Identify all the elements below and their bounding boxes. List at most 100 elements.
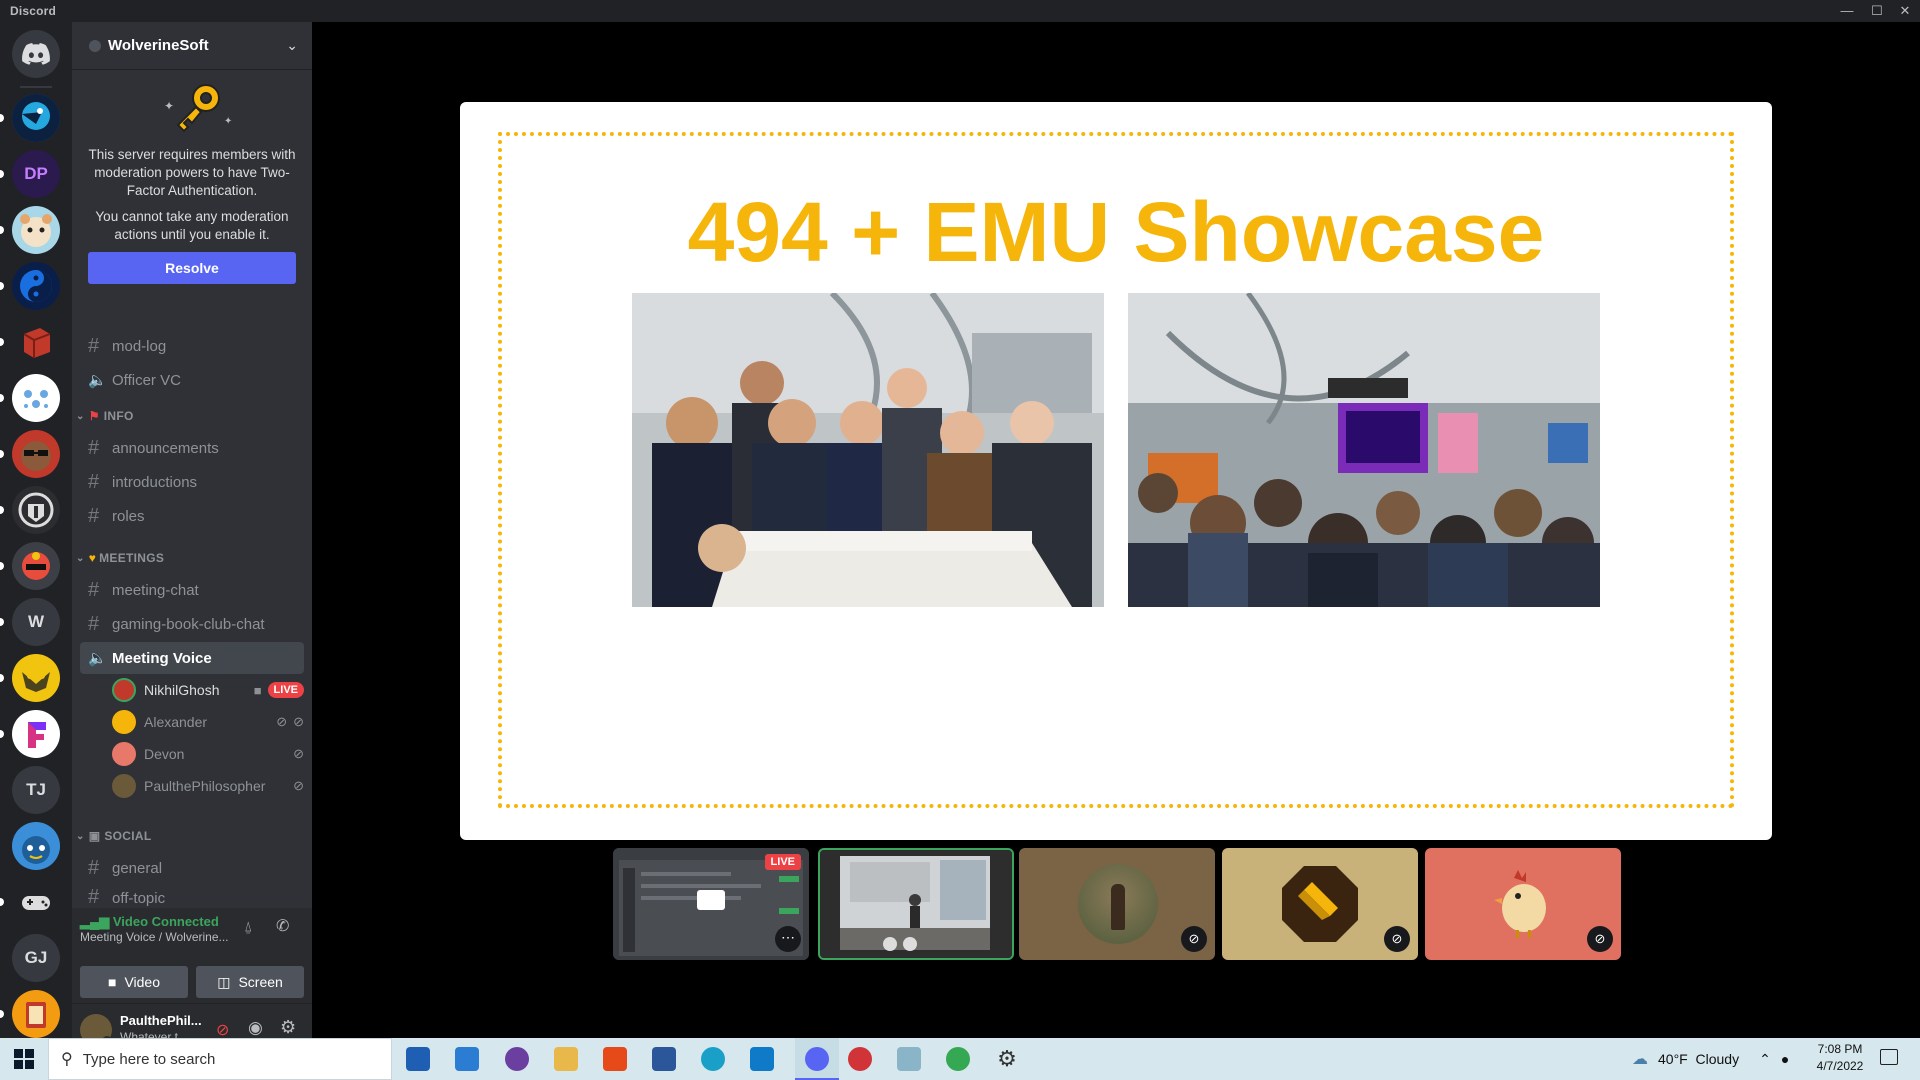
- voice-channel-meeting-voice[interactable]: 🔈 Meeting Voice: [80, 642, 304, 674]
- channel-gaming-book-club-chat[interactable]: # gaming-book-club-chat: [80, 608, 304, 640]
- channel-general[interactable]: # general: [80, 852, 304, 884]
- avatar-tile-alexander[interactable]: ⊘: [1019, 848, 1215, 960]
- server-yellow-mask-icon[interactable]: [12, 654, 60, 702]
- server-dp-icon[interactable]: DP: [12, 150, 60, 198]
- category-info[interactable]: ⌄ ⚑ INFO: [76, 409, 134, 423]
- word-icon[interactable]: [652, 1047, 676, 1071]
- server-sunglasses-icon[interactable]: [12, 430, 60, 478]
- stream-tile[interactable]: LIVE ⋯: [613, 848, 809, 960]
- server-tj-icon[interactable]: TJ: [12, 766, 60, 814]
- resolve-button[interactable]: Resolve: [88, 252, 296, 284]
- svg-text:✦: ✦: [224, 116, 232, 127]
- edge-icon[interactable]: [701, 1047, 725, 1071]
- notification-icon[interactable]: [1880, 1049, 1898, 1065]
- voice-user-devon[interactable]: Devon ⊘: [112, 740, 304, 768]
- voice-user-paulthephilosopher[interactable]: PaulthePhilosopher ⊘: [112, 772, 304, 800]
- noise-suppression-icon[interactable]: ⍙: [244, 918, 252, 935]
- channel-label: announcements: [112, 439, 219, 457]
- server-yinyang-icon[interactable]: [12, 262, 60, 310]
- showcase-photo-right: [1128, 293, 1600, 607]
- key-icon: ✦ ✦: [164, 84, 232, 133]
- avatar: [112, 678, 136, 702]
- voice-connection-panel: ▂▄▆ Video Connected Meeting Voice / Wolv…: [72, 908, 312, 1004]
- screen-share-button[interactable]: ◫ Screen: [196, 966, 304, 998]
- voice-connected-status: ▂▄▆ Video Connected: [80, 914, 219, 929]
- discord-home-icon[interactable]: [12, 30, 60, 78]
- channel-announcements[interactable]: # announcements: [80, 432, 304, 464]
- voice-user-nikhilghosh[interactable]: NikhilGhosh ■ LIVE: [112, 676, 304, 704]
- server-purple-f-icon[interactable]: [12, 710, 60, 758]
- server-gj-icon[interactable]: GJ: [12, 934, 60, 982]
- search-icon: ⚲: [61, 1051, 73, 1068]
- file-explorer-icon[interactable]: [554, 1047, 578, 1071]
- hash-icon: #: [88, 436, 100, 459]
- taskbar-clock[interactable]: 7:08 PM 4/7/2022: [1808, 1041, 1872, 1075]
- headphones-icon[interactable]: ◉: [248, 1018, 263, 1038]
- server-monster-icon[interactable]: [12, 542, 60, 590]
- category-meetings[interactable]: ⌄ ♥ MEETINGS: [76, 551, 164, 565]
- discord-taskbar-button[interactable]: [795, 1038, 839, 1080]
- category-social[interactable]: ⌄ ▣ SOCIAL: [76, 829, 151, 843]
- chrome-icon[interactable]: [946, 1047, 970, 1071]
- server-orange-book-icon[interactable]: [12, 990, 60, 1038]
- server-rail: DP W TJ GJ: [0, 22, 72, 1038]
- minimize-button[interactable]: —: [1836, 0, 1858, 22]
- server-blue-creature-icon[interactable]: [12, 822, 60, 870]
- disconnect-icon[interactable]: ✆: [276, 916, 289, 936]
- hash-icon: #: [88, 886, 100, 908]
- app-red-icon[interactable]: [848, 1047, 872, 1071]
- maximize-button[interactable]: ☐: [1866, 0, 1888, 22]
- avatar: [1494, 870, 1546, 938]
- muted-mic-icon[interactable]: ⊘: [216, 1020, 229, 1040]
- server-spartan-icon[interactable]: [12, 486, 60, 534]
- chevron-down-icon: ⌄: [76, 830, 85, 842]
- server-hamster-icon[interactable]: [12, 206, 60, 254]
- voice-user-name: PaulthePhilosopher: [144, 778, 266, 794]
- camera-tile[interactable]: [818, 848, 1014, 960]
- server-header[interactable]: WolverineSoft ⌄: [72, 22, 312, 70]
- speech-bubble-icon: ▣: [88, 829, 101, 843]
- settings-icon[interactable]: ⚙: [995, 1047, 1019, 1071]
- github-desktop-icon[interactable]: [505, 1047, 529, 1071]
- server-w-icon[interactable]: W: [12, 598, 60, 646]
- server-red-cube-icon[interactable]: [12, 318, 60, 366]
- voice-location: Meeting Voice / Wolverine...: [80, 930, 229, 944]
- channel-meeting-chat[interactable]: # meeting-chat: [80, 574, 304, 606]
- windows-start-icon[interactable]: [14, 1049, 34, 1069]
- avatar: [112, 774, 136, 798]
- gear-icon[interactable]: ⚙: [280, 1017, 296, 1038]
- channel-roles[interactable]: # roles: [80, 500, 304, 532]
- muted-mic-icon: ⊘: [1587, 926, 1613, 952]
- chevron-up-icon[interactable]: ⌃: [1759, 1051, 1771, 1068]
- server-pattern-icon[interactable]: [12, 374, 60, 422]
- server-controller-icon[interactable]: [12, 878, 60, 926]
- channel-introductions[interactable]: # introductions: [80, 466, 304, 498]
- muted-mic-icon: ⊘: [1181, 926, 1207, 952]
- close-button[interactable]: ✕: [1894, 0, 1916, 22]
- channel-officer-vc[interactable]: 🔈 Officer VC: [80, 364, 304, 396]
- mail-icon[interactable]: [455, 1047, 479, 1071]
- app-window-icon[interactable]: [897, 1047, 921, 1071]
- server-blue-bird-icon[interactable]: [12, 94, 60, 142]
- office-icon[interactable]: [603, 1047, 627, 1071]
- hash-icon: #: [88, 504, 100, 527]
- microphone-icon[interactable]: ●: [1781, 1051, 1789, 1067]
- channel-label: Officer VC: [112, 371, 181, 389]
- stage-area: 494 + EMU Showcase LIVE ⋯ ⊘ ⊘ ⊘: [312, 22, 1920, 1038]
- camera-feed: [820, 850, 1012, 958]
- vscode-icon[interactable]: [750, 1047, 774, 1071]
- voice-user-alexander[interactable]: Alexander ⊘ ⊘: [112, 708, 304, 736]
- ms-store-icon[interactable]: [406, 1047, 430, 1071]
- avatar: [112, 742, 136, 766]
- channel-mod-log[interactable]: # mod-log: [80, 330, 304, 362]
- weather-text[interactable]: 40°F Cloudy: [1658, 1051, 1739, 1067]
- channel-off-topic[interactable]: # off-topic: [80, 886, 304, 908]
- channel-sidebar: WolverineSoft ⌄ ✦ ✦ This server requires…: [72, 22, 312, 1056]
- shared-screen[interactable]: 494 + EMU Showcase: [460, 102, 1772, 840]
- avatar-tile-paul[interactable]: ⊘: [1425, 848, 1621, 960]
- video-button[interactable]: ■ Video: [80, 966, 188, 998]
- taskbar-search[interactable]: ⚲ Type here to search: [48, 1038, 392, 1080]
- more-options-icon[interactable]: ⋯: [775, 926, 801, 952]
- avatar-tile-devon[interactable]: ⊘: [1222, 848, 1418, 960]
- live-badge: LIVE: [267, 682, 304, 698]
